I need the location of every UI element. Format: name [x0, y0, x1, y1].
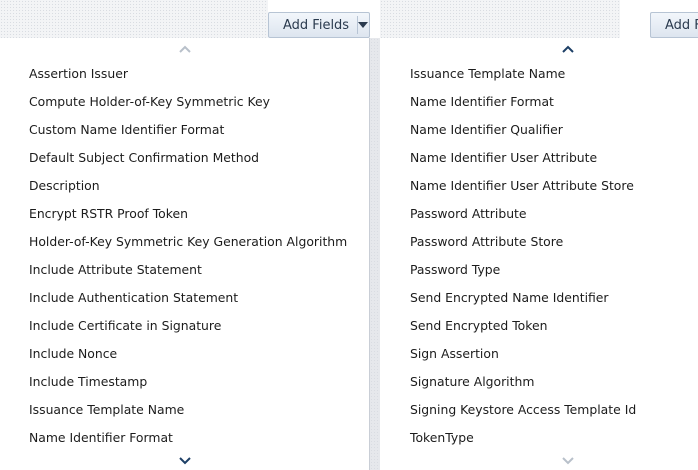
caret-down-icon[interactable] [358, 22, 369, 28]
add-fields-label-right: Add F [665, 17, 698, 33]
menu-item[interactable]: Include Timestamp [29, 368, 369, 396]
menu-item[interactable]: Signature Algorithm [410, 368, 698, 396]
menu-item[interactable]: TokenType [410, 424, 698, 452]
menu-item[interactable]: Name Identifier Format [410, 88, 698, 116]
menu-item[interactable]: Issuance Template Name [29, 396, 369, 424]
menu-item[interactable]: Send Encrypted Name Identifier [410, 284, 698, 312]
right-field-menu: Issuance Template Name Name Identifier Fo… [380, 38, 698, 470]
menu-item[interactable]: Default Subject Confirmation Method [29, 144, 369, 172]
chevron-up-icon[interactable] [380, 38, 698, 60]
add-fields-button-right[interactable]: Add F [650, 12, 698, 38]
left-field-menu: Assertion Issuer Compute Holder-of-Key Sy… [0, 38, 370, 470]
menu-item[interactable]: Name Identifier User Attribute Store [410, 172, 698, 200]
menu-item[interactable]: Assertion Issuer [29, 60, 369, 88]
menu-item[interactable]: Encrypt RSTR Proof Token [29, 200, 369, 228]
chevron-up-icon[interactable] [0, 38, 369, 60]
menu-item[interactable]: Password Attribute Store [410, 228, 698, 256]
screenshot-stage: Add Fields Assertion Issuer Compute Holde… [0, 0, 698, 470]
menu-item[interactable]: Holder-of-Key Symmetric Key Generation A… [29, 228, 369, 256]
divider-strip [370, 38, 380, 470]
toolbar-background-middle [380, 0, 620, 38]
chevron-down-icon[interactable] [0, 452, 369, 470]
menu-item[interactable]: Description [29, 172, 369, 200]
menu-item[interactable]: Include Nonce [29, 340, 369, 368]
add-fields-label: Add Fields [283, 17, 350, 33]
menu-item[interactable]: Include Attribute Statement [29, 256, 369, 284]
menu-item[interactable]: Sign Assertion [410, 340, 698, 368]
left-menu-items: Assertion Issuer Compute Holder-of-Key Sy… [29, 60, 369, 452]
menu-item[interactable]: Signing Keystore Access Template Id [410, 396, 698, 424]
menu-item[interactable]: Name Identifier Qualifier [410, 116, 698, 144]
menu-item[interactable]: Name Identifier Format [29, 424, 369, 452]
menu-item[interactable]: Include Authentication Statement [29, 284, 369, 312]
menu-item[interactable]: Compute Holder-of-Key Symmetric Key [29, 88, 369, 116]
menu-item[interactable]: Include Certificate in Signature [29, 312, 369, 340]
add-fields-button[interactable]: Add Fields [268, 12, 370, 38]
toolbar-background-left [0, 0, 268, 38]
menu-item[interactable]: Password Type [410, 256, 698, 284]
menu-item[interactable]: Name Identifier User Attribute [410, 144, 698, 172]
right-menu-items: Issuance Template Name Name Identifier Fo… [410, 60, 698, 452]
menu-item[interactable]: Issuance Template Name [410, 60, 698, 88]
menu-item[interactable]: Send Encrypted Token [410, 312, 698, 340]
chevron-down-icon[interactable] [380, 452, 698, 470]
menu-item[interactable]: Custom Name Identifier Format [29, 116, 369, 144]
menu-item[interactable]: Password Attribute [410, 200, 698, 228]
